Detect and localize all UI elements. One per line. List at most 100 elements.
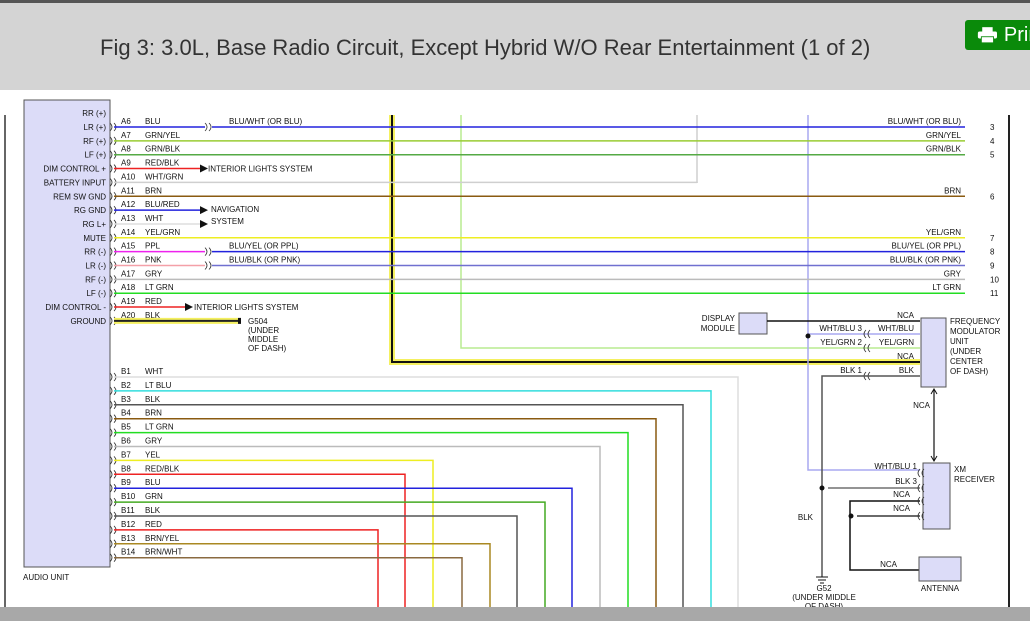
xm-receiver-label: RECEIVER (954, 475, 995, 484)
pin-function-label: RR (-) (84, 248, 106, 257)
wire-label: NCA (913, 401, 931, 410)
pin-function-label: LF (+) (84, 151, 106, 160)
wire-color-label: BLK (145, 506, 161, 515)
pin-number-label: A11 (121, 186, 135, 195)
pin-function-label: BATTERY INPUT (44, 178, 106, 187)
fm-unit-label: FREQUENCY (950, 317, 1001, 326)
interior-lights-label: INTERIOR LIGHTS SYSTEM (208, 165, 313, 174)
splice-dot (819, 485, 825, 491)
wire-B1 (114, 376, 739, 607)
right-wire-label: BLU/WHT (OR BLU) (888, 117, 962, 126)
wire-color-label: BRN/WHT (145, 548, 182, 557)
wire-label: WHT/BLU (878, 324, 914, 333)
pin-number-label: A16 (121, 256, 136, 265)
wire-color-label: WHT/GRN (145, 172, 183, 181)
connector-pin-number: 7 (990, 234, 995, 243)
connector-pin-number: 9 (990, 262, 995, 271)
arrow-icon (200, 164, 208, 173)
pin-number-label: A13 (121, 214, 136, 223)
pin-number-label: B12 (121, 520, 136, 529)
pin-function-label: RG L+ (83, 220, 107, 229)
pin-number-label: B13 (121, 534, 136, 543)
wire-color-label: YEL (145, 450, 161, 459)
print-button[interactable]: Print (965, 20, 1030, 50)
printer-icon (977, 27, 998, 44)
pin-number-label: B2 (121, 381, 131, 390)
navigation-label: NAVIGATION (211, 205, 259, 214)
g504-label: MIDDLE (248, 335, 278, 344)
wire-color-label: GRN/BLK (145, 145, 181, 154)
wire-color-label: GRY (145, 269, 163, 278)
wire-color-label: YEL/GRN (145, 228, 180, 237)
splice-wire-label: BLU/WHT (OR BLU) (229, 117, 303, 126)
bottom-scrollbar[interactable] (0, 607, 1030, 621)
connector-pin-number: 3 (990, 123, 995, 132)
pin-number-label: B10 (121, 492, 136, 501)
wire-color-label: BLU (145, 117, 161, 126)
connector-pin-number: 8 (990, 248, 995, 257)
wire-A10 (114, 181, 698, 184)
display-module-label: DISPLAY (702, 314, 736, 323)
wire-label: BLK (798, 513, 814, 522)
wire-B14 (114, 556, 463, 607)
wire-label: BLK 1 (840, 366, 862, 375)
splice-dot (848, 513, 854, 519)
pin-function-label: LF (-) (86, 289, 106, 298)
wire-B2 (114, 390, 712, 607)
splice-wire-label: BLU/BLK (OR PNK) (229, 256, 300, 265)
pin-number-label: A9 (121, 159, 131, 168)
splice-wire-label: BLU/YEL (OR PPL) (229, 242, 299, 251)
connector-icon (204, 247, 212, 256)
connector-pin-number: 4 (990, 137, 995, 146)
pin-function-label: GROUND (70, 317, 106, 326)
wire-B3 (114, 404, 684, 607)
wire-color-label: PPL (145, 242, 161, 251)
pin-number-label: B14 (121, 548, 136, 557)
right-wire-label: GRN/BLK (926, 145, 962, 154)
pin-number-label: B8 (121, 464, 131, 473)
connector-pin-number: 11 (990, 289, 999, 298)
wire-label: NCA (893, 504, 911, 513)
pin-function-label: LR (+) (84, 123, 107, 132)
connector-pin-number: 10 (990, 275, 999, 284)
ground-icon (238, 317, 241, 324)
wire-label: BLK (899, 366, 915, 375)
pin-number-label: A14 (121, 228, 136, 237)
right-wire-label: LT GRN (932, 283, 961, 292)
wire-label: NCA (897, 311, 915, 320)
wire-B9 (114, 487, 573, 607)
wire-color-label: GRN (145, 492, 163, 501)
navigation-label: SYSTEM (211, 217, 244, 226)
wire-color-label: BLU/RED (145, 200, 180, 209)
yel-grn-wire (460, 115, 920, 349)
pin-number-label: A19 (121, 297, 136, 306)
pin-function-label: DIM CONTROL - (45, 303, 106, 312)
pin-number-label: A10 (121, 172, 136, 181)
pin-number-label: B7 (121, 450, 131, 459)
right-wire-label: GRY (944, 269, 962, 278)
pin-number-label: A17 (121, 269, 136, 278)
arrow-icon (185, 303, 193, 312)
wire-color-label: WHT (145, 367, 163, 376)
print-label: Print (1003, 23, 1030, 46)
interior-lights-label: INTERIOR LIGHTS SYSTEM (194, 303, 299, 312)
right-wire-label: GRN/YEL (926, 131, 962, 140)
wire-label: WHT/BLU 1 (874, 462, 917, 471)
pin-number-label: B3 (121, 395, 131, 404)
wire-color-label: LT GRN (145, 423, 174, 432)
g504-label: G504 (248, 317, 268, 326)
fm-unit-label: (UNDER (950, 347, 981, 356)
wire-color-label: BRN/YEL (145, 534, 180, 543)
display-module-box (738, 312, 768, 335)
arrow-icon (200, 219, 208, 228)
arrow-icon (200, 206, 208, 215)
pin-function-label: RF (-) (85, 275, 106, 284)
wire-label: WHT/BLU 3 (819, 324, 862, 333)
connector-icon (204, 261, 212, 270)
g504-label: OF DASH) (248, 344, 287, 353)
wire-label: NCA (897, 352, 915, 361)
wire-color-label: GRY (145, 437, 163, 446)
g52-label: G52 (816, 584, 832, 593)
wire-color-label: LT GRN (145, 283, 174, 292)
wire-label: BLK 3 (895, 477, 917, 486)
